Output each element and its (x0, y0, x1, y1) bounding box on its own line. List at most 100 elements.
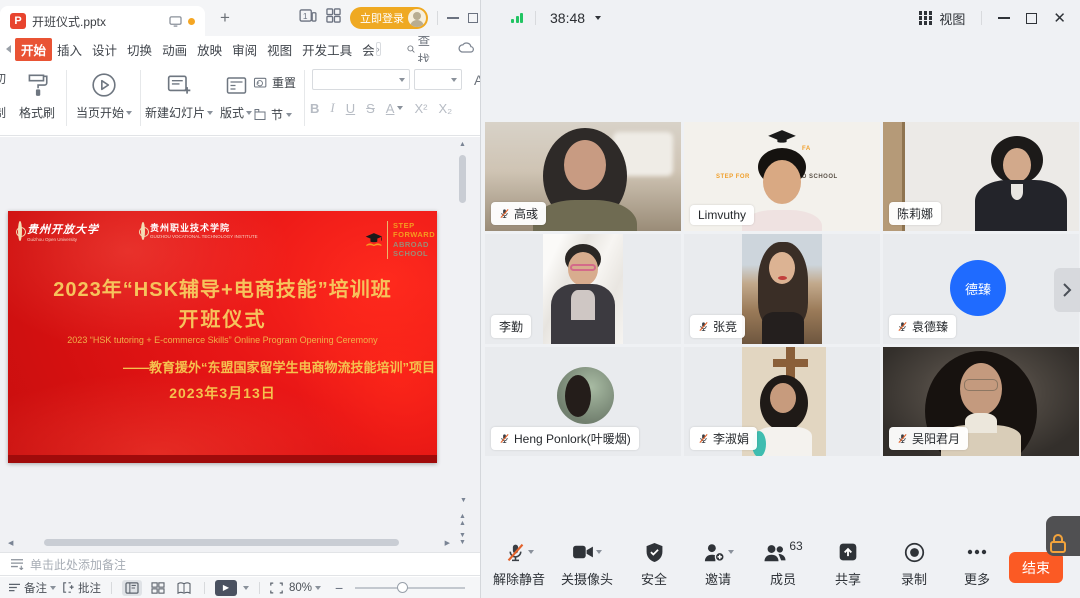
italic-button[interactable]: I (330, 100, 334, 116)
login-button[interactable]: 立即登录 (350, 7, 428, 29)
meeting-minimize-button[interactable] (998, 17, 1010, 19)
security-button[interactable]: 安全 (618, 540, 690, 588)
video-tile[interactable]: Heng Ponlork(叶暖烟) (485, 347, 681, 456)
invite-button[interactable]: 邀请 (682, 540, 754, 588)
reset-label: 重置 (272, 74, 296, 91)
wps-minimize-button[interactable] (447, 17, 459, 19)
notes-bar[interactable]: 单击此处添加备注 (0, 552, 480, 576)
zoom-slider[interactable] (355, 587, 465, 589)
notes-toggle-button[interactable]: 备注 (8, 580, 56, 596)
bold-button[interactable]: B (310, 101, 319, 116)
video-tile[interactable]: 德臻 袁德臻 (883, 234, 1079, 343)
zoom-level-button[interactable]: 80% (289, 582, 321, 594)
menu-tab-home[interactable]: 开始 (15, 38, 52, 61)
cut-button-partial[interactable]: 切 (0, 70, 12, 87)
superscript-button[interactable]: X² (414, 101, 427, 116)
share-screen-button[interactable]: 共享 (812, 540, 884, 588)
camera-options-caret[interactable] (596, 550, 602, 554)
previous-slide-icon[interactable]: ▲▲ (459, 513, 465, 527)
menu-tab-design[interactable]: 设计 (87, 38, 122, 61)
notification-popup-partial[interactable] (1046, 516, 1080, 556)
participant-nametag: 吴阳君月 (889, 427, 968, 450)
wps-maximize-button[interactable] (468, 13, 478, 23)
subscript-button[interactable]: X₂ (438, 101, 452, 116)
menu-tab-review[interactable]: 审阅 (227, 38, 262, 61)
workspace-grid-icon[interactable] (326, 8, 341, 28)
unmute-button[interactable]: 解除静音 (483, 540, 555, 588)
menu-tab-view[interactable]: 视图 (262, 38, 297, 61)
video-tile[interactable]: 陈莉娜 (883, 122, 1079, 231)
zoom-out-button[interactable]: − (335, 580, 343, 596)
slideshow-play-button[interactable]: ▶ (215, 580, 237, 596)
view-mode-button[interactable]: 视图 (919, 9, 966, 28)
slide-sorter-view-button[interactable] (148, 580, 168, 596)
format-painter-button[interactable]: 格式刷 (14, 68, 60, 121)
timer-dropdown-caret[interactable] (595, 16, 601, 20)
menu-tab-member[interactable]: 会 (357, 38, 375, 61)
university-1: 贵州开放大学 Guizhou Open University (27, 221, 127, 247)
meeting-close-button[interactable]: ✕ (1053, 11, 1066, 26)
menu-tab-slideshow[interactable]: 放映 (192, 38, 227, 61)
fit-to-window-button[interactable] (270, 582, 283, 594)
copy-button-partial[interactable]: 制 (0, 104, 12, 121)
scroll-up-icon[interactable]: ▲ (459, 141, 466, 148)
comments-button[interactable]: 批注 (62, 580, 101, 596)
font-family-select[interactable] (312, 69, 410, 90)
split-window-icon[interactable]: 1 (299, 9, 317, 27)
underline-button[interactable]: U (346, 101, 355, 116)
mic-muted-icon (499, 208, 510, 219)
members-button[interactable]: 63 成员 (747, 540, 819, 588)
play-from-current-button[interactable]: 当页开始 (74, 68, 134, 121)
end-meeting-button[interactable]: 结束 (1009, 552, 1063, 583)
unmute-options-caret[interactable] (528, 550, 534, 554)
normal-view-button[interactable] (122, 580, 142, 596)
record-button[interactable]: 录制 (878, 540, 950, 588)
more-button[interactable]: 更多 (941, 540, 1013, 588)
zoom-slider-knob[interactable] (397, 582, 408, 593)
slide-layout-icon (216, 68, 256, 98)
slideshow-options-caret[interactable] (243, 586, 249, 590)
strikethrough-button[interactable]: S (366, 101, 375, 116)
camera-off-button[interactable]: 关摄像头 (551, 540, 623, 588)
cloud-sync-icon[interactable] (458, 42, 474, 57)
section-button[interactable]: 节 (252, 106, 292, 123)
menu-tab-animation[interactable]: 动画 (157, 38, 192, 61)
horizontal-scrollbar[interactable]: ◀ ▶ (8, 539, 450, 547)
horizontal-scroll-thumb[interactable] (44, 539, 399, 546)
meeting-maximize-button[interactable] (1026, 13, 1037, 24)
video-content (763, 160, 801, 204)
menu-tab-transition[interactable]: 切换 (122, 38, 157, 61)
scroll-down-icon[interactable]: ▼ (460, 497, 467, 504)
collapse-ribbon-icon[interactable] (6, 45, 11, 53)
video-tile[interactable]: STEP FOR D SCHOOL FA Limvuthy (684, 122, 880, 231)
new-slide-button[interactable]: 新建幻灯片 (146, 68, 212, 121)
vertical-scrollbar[interactable]: ▲ ▼ ▲▲ ▼▼ (459, 141, 467, 501)
font-size-select[interactable] (414, 69, 462, 90)
video-tile[interactable]: 吴阳君月 (883, 347, 1079, 456)
video-content-text: D SCHOOL (802, 174, 838, 180)
video-content (570, 264, 596, 271)
new-slide-label: 新建幻灯片 (145, 104, 205, 121)
invite-options-caret[interactable] (728, 550, 734, 554)
new-tab-button[interactable]: + (215, 8, 235, 28)
reading-view-button[interactable] (174, 580, 194, 596)
scroll-right-icon[interactable]: ▶ (445, 540, 450, 547)
menu-tab-devtools[interactable]: 开发工具 (297, 38, 357, 61)
scroll-left-icon[interactable]: ◀ (8, 540, 13, 547)
document-tab[interactable]: P 开班仪式.pptx (0, 6, 205, 36)
reset-slide-button[interactable]: 重置 (252, 74, 296, 91)
font-color-button[interactable]: A (386, 101, 395, 116)
next-slide-icon[interactable]: ▼▼ (459, 532, 465, 546)
menu-overflow-chevron-icon[interactable]: › (376, 42, 381, 56)
vertical-scroll-thumb[interactable] (459, 155, 466, 203)
slide-layout-button[interactable]: 版式 (216, 68, 256, 121)
menu-tab-insert[interactable]: 插入 (52, 38, 87, 61)
next-page-button[interactable] (1054, 268, 1080, 312)
present-monitor-icon[interactable] (169, 16, 182, 27)
video-tile[interactable]: 高彧 (485, 122, 681, 231)
slide[interactable]: 贵州开放大学 Guizhou Open University 贵州职业技术学院 … (8, 211, 437, 463)
video-tile[interactable]: 张竞 (684, 234, 880, 343)
video-tile[interactable]: 李勤 (485, 234, 681, 343)
video-tile[interactable]: 李淑娟 (684, 347, 880, 456)
slide-editing-canvas[interactable]: 贵州开放大学 Guizhou Open University 贵州职业技术学院 … (0, 137, 480, 552)
